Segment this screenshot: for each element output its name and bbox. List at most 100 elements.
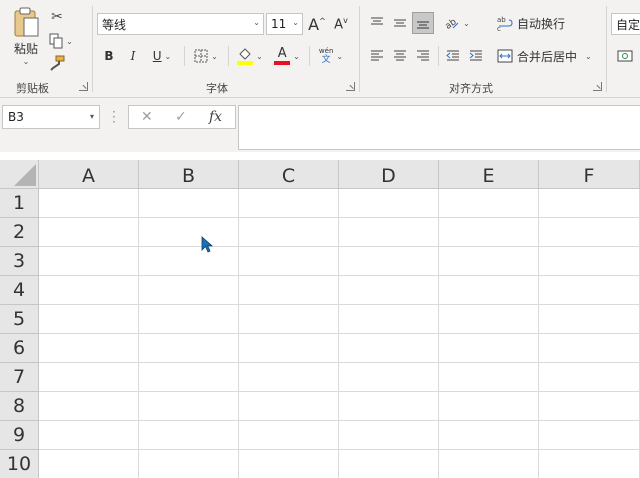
cell-a10[interactable] xyxy=(39,450,139,478)
cell-c2[interactable] xyxy=(239,218,339,247)
cell-e9[interactable] xyxy=(439,421,539,450)
cell-b7[interactable] xyxy=(139,363,239,392)
cell-a9[interactable] xyxy=(39,421,139,450)
paste-button[interactable]: 粘贴 ⌄ xyxy=(6,6,46,66)
row-header-2[interactable]: 2 xyxy=(0,218,39,247)
underline-button[interactable]: U ⌄ xyxy=(147,46,177,66)
accounting-format-button[interactable] xyxy=(613,45,637,67)
cell-e10[interactable] xyxy=(439,450,539,478)
insert-function-button[interactable]: fx xyxy=(209,109,222,125)
row-header-9[interactable]: 9 xyxy=(0,421,39,450)
select-all-button[interactable] xyxy=(0,160,39,189)
cell-d5[interactable] xyxy=(339,305,439,334)
font-size-combo[interactable]: 11 ⌄ xyxy=(266,13,303,35)
cell-d1[interactable] xyxy=(339,189,439,218)
cell-b9[interactable] xyxy=(139,421,239,450)
cell-e5[interactable] xyxy=(439,305,539,334)
cell-a3[interactable] xyxy=(39,247,139,276)
row-header-1[interactable]: 1 xyxy=(0,189,39,218)
column-header-e[interactable]: E xyxy=(439,160,539,189)
bold-button[interactable]: B xyxy=(100,46,118,66)
align-top-button[interactable] xyxy=(366,12,388,34)
row-header-4[interactable]: 4 xyxy=(0,276,39,305)
row-header-8[interactable]: 8 xyxy=(0,392,39,421)
cell-b5[interactable] xyxy=(139,305,239,334)
cell-c6[interactable] xyxy=(239,334,339,363)
increase-font-size-button[interactable]: A^ xyxy=(307,13,327,35)
copy-button[interactable]: ⌄ xyxy=(48,32,74,50)
cell-e8[interactable] xyxy=(439,392,539,421)
cell-c9[interactable] xyxy=(239,421,339,450)
cell-b3[interactable] xyxy=(139,247,239,276)
align-middle-button[interactable] xyxy=(389,12,411,34)
cell-f8[interactable] xyxy=(539,392,640,421)
row-header-6[interactable]: 6 xyxy=(0,334,39,363)
orientation-button[interactable]: ab ⌄ xyxy=(442,12,472,34)
number-format-combo[interactable]: 自定 xyxy=(611,13,640,35)
cell-a5[interactable] xyxy=(39,305,139,334)
column-header-b[interactable]: B xyxy=(139,160,239,189)
cell-f2[interactable] xyxy=(539,218,640,247)
formula-input[interactable] xyxy=(238,105,640,150)
cell-e4[interactable] xyxy=(439,276,539,305)
fill-color-button[interactable]: ⌄ xyxy=(233,44,267,68)
cell-d2[interactable] xyxy=(339,218,439,247)
cell-f6[interactable] xyxy=(539,334,640,363)
cell-c7[interactable] xyxy=(239,363,339,392)
cell-f7[interactable] xyxy=(539,363,640,392)
column-header-c[interactable]: C xyxy=(239,160,339,189)
cancel-icon[interactable]: ✕ xyxy=(141,109,153,125)
cell-d6[interactable] xyxy=(339,334,439,363)
format-painter-button[interactable] xyxy=(48,54,66,72)
cell-d9[interactable] xyxy=(339,421,439,450)
cell-a2[interactable] xyxy=(39,218,139,247)
cell-b2[interactable] xyxy=(139,218,239,247)
cell-e1[interactable] xyxy=(439,189,539,218)
cell-e6[interactable] xyxy=(439,334,539,363)
cell-c10[interactable] xyxy=(239,450,339,478)
cell-a7[interactable] xyxy=(39,363,139,392)
cell-c5[interactable] xyxy=(239,305,339,334)
cell-e7[interactable] xyxy=(439,363,539,392)
cell-b4[interactable] xyxy=(139,276,239,305)
enter-check-icon[interactable]: ✓ xyxy=(175,109,187,125)
cell-f10[interactable] xyxy=(539,450,640,478)
align-center-button[interactable] xyxy=(389,45,411,67)
borders-button[interactable]: ⌄ xyxy=(190,46,222,66)
row-header-3[interactable]: 3 xyxy=(0,247,39,276)
font-name-combo[interactable]: 等线 ⌄ xyxy=(97,13,264,35)
cell-d10[interactable] xyxy=(339,450,439,478)
cell-c8[interactable] xyxy=(239,392,339,421)
cell-b8[interactable] xyxy=(139,392,239,421)
align-left-button[interactable] xyxy=(366,45,388,67)
cell-a4[interactable] xyxy=(39,276,139,305)
cell-c3[interactable] xyxy=(239,247,339,276)
cell-f4[interactable] xyxy=(539,276,640,305)
cell-f1[interactable] xyxy=(539,189,640,218)
align-right-button[interactable] xyxy=(412,45,434,67)
row-header-5[interactable]: 5 xyxy=(0,305,39,334)
cell-e3[interactable] xyxy=(439,247,539,276)
name-box[interactable]: B3 ▾ xyxy=(2,105,100,129)
cell-f9[interactable] xyxy=(539,421,640,450)
cell-d4[interactable] xyxy=(339,276,439,305)
cell-d7[interactable] xyxy=(339,363,439,392)
cell-f3[interactable] xyxy=(539,247,640,276)
cell-b1[interactable] xyxy=(139,189,239,218)
row-header-7[interactable]: 7 xyxy=(0,363,39,392)
font-color-button[interactable]: A ⌄ xyxy=(270,44,304,68)
row-header-10[interactable]: 10 xyxy=(0,450,39,478)
cell-d8[interactable] xyxy=(339,392,439,421)
decrease-font-size-button[interactable]: Av xyxy=(331,13,351,35)
decrease-indent-button[interactable] xyxy=(442,45,464,67)
cell-d3[interactable] xyxy=(339,247,439,276)
cell-a8[interactable] xyxy=(39,392,139,421)
cell-c1[interactable] xyxy=(239,189,339,218)
increase-indent-button[interactable] xyxy=(465,45,487,67)
cell-f5[interactable] xyxy=(539,305,640,334)
alignment-dialog-launcher-icon[interactable] xyxy=(593,82,602,91)
wrap-text-button[interactable]: ab c 自动换行 xyxy=(497,12,569,34)
cell-a1[interactable] xyxy=(39,189,139,218)
column-header-f[interactable]: F xyxy=(539,160,640,189)
cell-e2[interactable] xyxy=(439,218,539,247)
